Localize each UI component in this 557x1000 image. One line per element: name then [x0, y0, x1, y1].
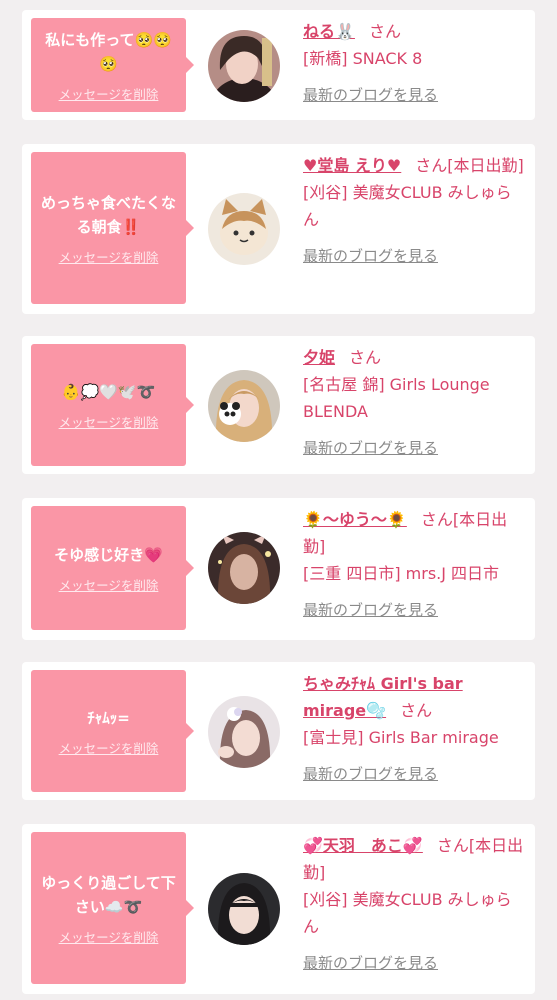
message-text: 私にも作って🥺🥺🥺 — [45, 30, 172, 73]
cast-name-link[interactable]: 夕姫 — [303, 348, 335, 367]
avatar[interactable] — [208, 532, 280, 604]
message-card: ゆっくり過ごして下さい☁️➰ メッセージを削除 💞天羽 あこ💞 さん[本日出勤] … — [22, 824, 535, 994]
delete-message-link[interactable]: メッセージを削除 — [59, 84, 159, 103]
cast-name-link[interactable]: ちゃみﾁｬﾑ Girl's bar mirage🫧 — [303, 674, 463, 720]
message-bubble: ﾁｬﾑｯ= メッセージを削除 — [31, 670, 194, 792]
honorific: さん — [349, 348, 382, 367]
honorific: さん — [415, 156, 448, 175]
cast-name-link[interactable]: 🌻〜ゆう〜🌻 — [303, 510, 407, 529]
cast-info: 夕姫 さん [名古屋 錦] Girls Lounge BLENDA 最新のブログを… — [303, 344, 527, 458]
cast-info: 💞天羽 あこ💞 さん[本日出勤] [刈谷] 美魔女CLUB みしゅらん 最新のブロ… — [303, 832, 527, 973]
cast-info: 🌻〜ゆう〜🌻 さん[本日出勤] [三重 四日市] mrs.J 四日市 最新のブログ… — [303, 506, 527, 620]
delete-message-link[interactable]: メッセージを削除 — [59, 738, 159, 757]
delete-message-link[interactable]: メッセージを削除 — [59, 927, 159, 946]
message-bubble: 👶💭🤍🕊️➰ メッセージを削除 — [31, 344, 194, 466]
shop-name: [新橋] SNACK 8 — [303, 49, 423, 68]
shop-name: [三重 四日市] mrs.J 四日市 — [303, 564, 500, 583]
cast-info: ♥堂島 えり♥ さん[本日出勤] [刈谷] 美魔女CLUB みしゅらん 最新のブロ… — [303, 152, 527, 266]
latest-blog-link[interactable]: 最新のブログを見る — [303, 952, 438, 973]
avatar[interactable] — [208, 30, 280, 102]
avatar[interactable] — [208, 370, 280, 442]
avatar[interactable] — [208, 873, 280, 945]
message-card: めっちゃ食べたくなる朝食‼️ メッセージを削除 ♥堂島 えり♥ さん[本日出勤] … — [22, 144, 535, 314]
avatar[interactable] — [208, 696, 280, 768]
message-bubble: 私にも作って🥺🥺🥺 メッセージを削除 — [31, 18, 194, 112]
message-text: めっちゃ食べたくなる朝食‼️ — [40, 193, 176, 236]
cast-name-link[interactable]: 💞天羽 あこ💞 — [303, 836, 423, 855]
honorific: さん — [400, 701, 433, 720]
shop-name: [名古屋 錦] Girls Lounge BLENDA — [303, 375, 490, 421]
shop-name: [刈谷] 美魔女CLUB みしゅらん — [303, 183, 512, 229]
message-card: ﾁｬﾑｯ= メッセージを削除 ちゃみﾁｬﾑ Girl's bar mirage🫧… — [22, 662, 535, 800]
latest-blog-link[interactable]: 最新のブログを見る — [303, 763, 438, 784]
shop-name: [刈谷] 美魔女CLUB みしゅらん — [303, 890, 512, 936]
delete-message-link[interactable]: メッセージを削除 — [59, 247, 159, 266]
latest-blog-link[interactable]: 最新のブログを見る — [303, 84, 438, 105]
message-bubble: そゆ感じ好き💗 メッセージを削除 — [31, 506, 194, 630]
cast-name-link[interactable]: ねる🐰 — [303, 22, 355, 41]
delete-message-link[interactable]: メッセージを削除 — [59, 412, 159, 431]
message-text: 👶💭🤍🕊️➰ — [61, 382, 156, 401]
shop-name: [富士見] Girls Bar mirage — [303, 728, 499, 747]
cast-name-link[interactable]: ♥堂島 えり♥ — [303, 156, 401, 175]
honorific: さん — [420, 510, 453, 529]
message-bubble: ゆっくり過ごして下さい☁️➰ メッセージを削除 — [31, 832, 194, 984]
message-card: 私にも作って🥺🥺🥺 メッセージを削除 ねる🐰 さん [新橋] SNACK 8 最新… — [22, 10, 535, 120]
avatar[interactable] — [208, 193, 280, 265]
latest-blog-link[interactable]: 最新のブログを見る — [303, 599, 438, 620]
message-text: ゆっくり過ごして下さい☁️➰ — [41, 873, 176, 916]
message-text: そゆ感じ好き💗 — [54, 545, 163, 564]
message-card: 👶💭🤍🕊️➰ メッセージを削除 夕姫 さん [名古屋 錦] Girls Loung… — [22, 336, 535, 474]
delete-message-link[interactable]: メッセージを削除 — [59, 575, 159, 594]
message-card: そゆ感じ好き💗 メッセージを削除 🌻〜ゆう〜🌻 さん[本日出勤] [三重 四日市]… — [22, 498, 535, 640]
honorific: さん — [436, 836, 469, 855]
cast-info: ねる🐰 さん [新橋] SNACK 8 最新のブログを見る — [303, 18, 527, 105]
message-text: ﾁｬﾑｯ= — [87, 708, 130, 727]
latest-blog-link[interactable]: 最新のブログを見る — [303, 245, 438, 266]
message-bubble: めっちゃ食べたくなる朝食‼️ メッセージを削除 — [31, 152, 194, 304]
status-badge: [本日出勤] — [447, 156, 524, 175]
cast-info: ちゃみﾁｬﾑ Girl's bar mirage🫧 さん [富士見] Girls … — [303, 670, 527, 784]
honorific: さん — [368, 22, 401, 41]
latest-blog-link[interactable]: 最新のブログを見る — [303, 437, 438, 458]
